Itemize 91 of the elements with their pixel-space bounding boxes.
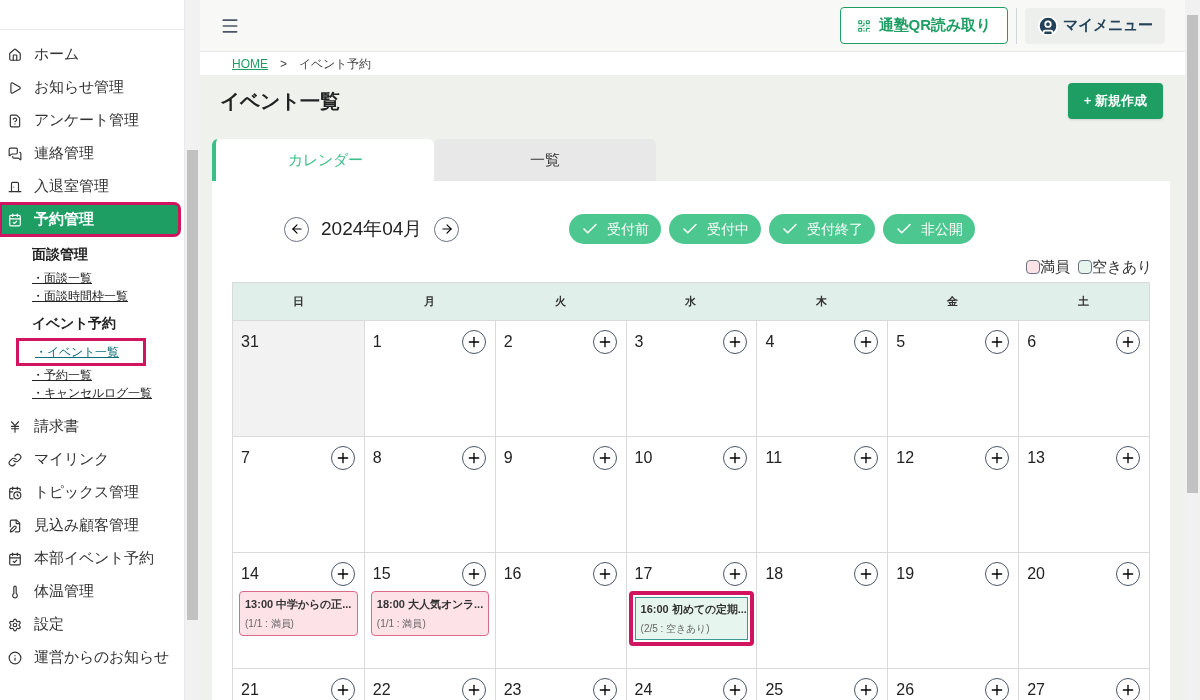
weekday-header: 火 (553, 293, 567, 309)
month-label: 2024年04月 (321, 216, 423, 241)
submenu-link[interactable]: ・面談時間枠一覧 (32, 287, 128, 305)
event-card[interactable]: 18:00 大人気オンラ... (1/1 : 満員) (370, 590, 489, 636)
question-document-icon (8, 113, 22, 128)
triangle-icon (8, 80, 22, 95)
event-capacity: (2/5 : 空きあり) (640, 622, 711, 636)
day-number: 2 (503, 331, 513, 352)
event-capacity: (1/1 : 満員) (376, 617, 427, 631)
submenu-heading: イベント予約 (32, 314, 117, 333)
submenu-heading: 面談管理 (32, 245, 89, 264)
document-edit-icon (8, 518, 22, 533)
info-icon (8, 650, 22, 665)
my-menu-button[interactable]: マイメニュー (1025, 7, 1165, 44)
day-number: 13 (1027, 447, 1045, 468)
event-title: 13:00 中学からの正... (245, 596, 352, 612)
link-icon (8, 452, 22, 467)
day-number: 12 (896, 447, 915, 468)
submenu-link[interactable]: ・イベント一覧 (16, 338, 146, 366)
sidebar-item[interactable]: お知らせ管理 (0, 71, 180, 104)
day-number: 22 (372, 679, 391, 700)
scrollbar-thumb[interactable] (187, 150, 198, 620)
calendar-clock-icon (8, 485, 22, 500)
submenu-link[interactable]: ・面談一覧 (32, 269, 92, 287)
day-number: 25 (765, 679, 784, 700)
day-number: 5 (896, 331, 906, 352)
breadcrumb-text: > (280, 55, 287, 73)
day-number: 21 (241, 679, 259, 700)
day-number: 31 (241, 331, 259, 352)
weekday-header: 木 (815, 293, 829, 309)
yen-icon (8, 419, 22, 434)
page-title: イベント一覧 (220, 89, 340, 114)
day-number: 23 (503, 679, 522, 700)
event-card[interactable]: 16:00 初めての定期... (2/5 : 空きあり) (628, 590, 755, 646)
day-number: 3 (634, 331, 644, 352)
breadcrumb-text: イベント予約 (299, 55, 371, 73)
day-number: 6 (1027, 331, 1037, 352)
day-number: 17 (634, 563, 653, 584)
submenu-link[interactable]: ・キャンセルログ一覧 (32, 384, 152, 402)
sidebar-item[interactable]: アンケート管理 (0, 104, 180, 137)
day-cell[interactable]: 17 16:00 初めての定期... (2/5 : 空きあり) (625, 552, 757, 668)
submenu-link[interactable]: ・予約一覧 (32, 366, 92, 384)
weekday-header: 水 (684, 293, 698, 309)
day-number: 18 (765, 563, 784, 584)
event-capacity: (1/1 : 満員) (245, 617, 295, 631)
day-number: 19 (896, 563, 915, 584)
chat-icon (8, 146, 22, 161)
day-number: 1 (372, 331, 382, 352)
day-number: 16 (503, 563, 522, 584)
day-number: 7 (241, 447, 250, 468)
day-number: 26 (896, 679, 915, 700)
settings-icon (8, 617, 22, 632)
weekday-header: 月 (422, 293, 436, 309)
calendar-icon (8, 212, 22, 227)
day-number: 24 (634, 679, 653, 700)
sidebar-item[interactable]: ホーム (0, 38, 180, 71)
sidebar-item[interactable]: 連絡管理 (0, 137, 180, 170)
day-cell[interactable]: 31 (233, 320, 364, 436)
sidebar-item[interactable]: 請求書 (0, 410, 180, 443)
user-icon (1037, 14, 1059, 37)
home-icon (8, 47, 22, 62)
weekday-header: 金 (946, 293, 960, 309)
day-number: 8 (372, 447, 382, 468)
scrollbar-thumb[interactable] (1187, 15, 1198, 493)
sidebar-item[interactable]: 本部イベント予約 (0, 542, 180, 575)
sidebar-item[interactable]: マイリンク (0, 443, 180, 476)
legend-label: 満員 (1040, 257, 1070, 277)
event-card[interactable]: 13:00 中学からの正... (1/1 : 満員) (239, 590, 358, 636)
sidebar-item[interactable]: トピックス管理 (0, 476, 180, 509)
weekday-header: 日 (291, 293, 305, 309)
day-number: 4 (765, 331, 775, 352)
event-title: 18:00 大人気オンラ... (376, 596, 483, 612)
day-number: 11 (765, 447, 783, 468)
legend-label: 空きあり (1092, 257, 1152, 277)
sidebar-item[interactable]: 運営からのお知らせ (0, 641, 180, 674)
day-number: 10 (634, 447, 653, 468)
day-number: 20 (1027, 563, 1045, 584)
sidebar-item[interactable]: 体温管理 (0, 575, 180, 608)
tab[interactable]: 一覧 (434, 139, 656, 181)
day-number: 14 (241, 563, 259, 584)
qr-code-icon (856, 18, 871, 33)
sidebar-item[interactable]: 入退室管理 (0, 170, 180, 203)
calendar-icon (8, 551, 22, 566)
door-icon (8, 179, 22, 194)
day-number: 15 (372, 563, 391, 584)
weekday-header: 土 (1077, 293, 1091, 309)
sidebar-item[interactable]: 見込み顧客管理 (0, 509, 180, 542)
arrow-right-icon (439, 222, 454, 236)
day-number: 27 (1027, 679, 1045, 700)
sidebar-item[interactable]: 設定 (0, 608, 180, 641)
day-number: 9 (503, 447, 513, 468)
